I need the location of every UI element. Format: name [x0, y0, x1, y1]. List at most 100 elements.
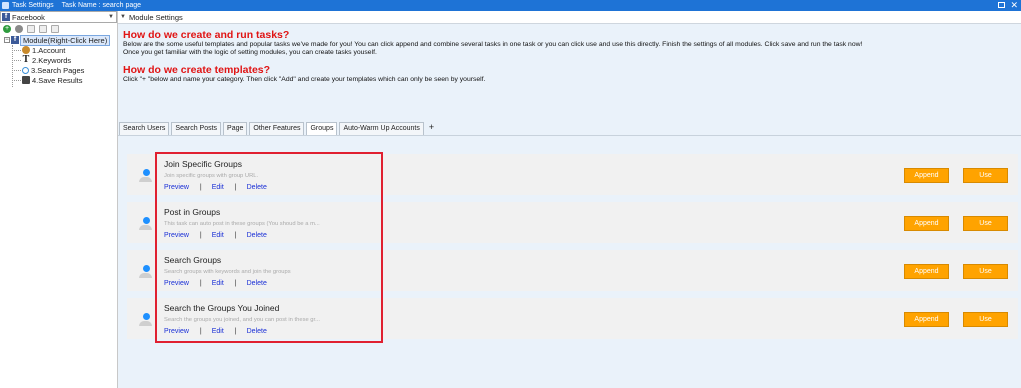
close-icon[interactable]: ✕: [1010, 0, 1018, 11]
task-links: Preview | Edit | Delete: [164, 232, 267, 239]
use-button[interactable]: Use: [963, 264, 1008, 279]
task-card: Search Groups Search groups with keyword…: [127, 250, 1018, 291]
save-icon: [22, 76, 30, 84]
task-description: Search the groups you joined, and you ca…: [164, 317, 320, 323]
facebook-icon: f: [2, 13, 10, 21]
delete-link[interactable]: Delete: [247, 232, 267, 239]
use-button[interactable]: Use: [963, 312, 1008, 327]
right-panel: ▼ Module Settings How do we create and r…: [118, 11, 1021, 388]
add-module-icon[interactable]: +: [3, 25, 11, 33]
tab-auto-warm-up-accounts[interactable]: Auto-Warm Up Accounts: [339, 122, 424, 135]
info-run-tasks: How do we create and run tasks? Below ar…: [118, 24, 1021, 57]
delete-link[interactable]: Delete: [247, 280, 267, 287]
user-avatar-icon: [139, 217, 152, 230]
preview-link[interactable]: Preview: [164, 328, 189, 335]
edit-link[interactable]: Edit: [212, 280, 224, 287]
preview-link[interactable]: Preview: [164, 280, 189, 287]
use-button[interactable]: Use: [963, 216, 1008, 231]
copy-module-icon[interactable]: [27, 25, 35, 33]
delete-link[interactable]: Delete: [247, 184, 267, 191]
link-separator: |: [199, 328, 202, 335]
tab-search-users[interactable]: Search Users: [119, 122, 170, 135]
task-links: Preview | Edit | Delete: [164, 328, 267, 335]
add-tab-button[interactable]: +: [426, 122, 437, 135]
delete-link[interactable]: Delete: [247, 328, 267, 335]
info-text: Once you get familiar with the logic of …: [123, 49, 377, 56]
facebook-icon: f: [11, 36, 19, 44]
user-avatar-icon: [139, 169, 152, 182]
tree-root-label: Module(Right-Click Here): [20, 34, 111, 46]
edit-module-icon[interactable]: [39, 25, 47, 33]
titlebar-task-name: Task Name : search page: [61, 2, 142, 9]
template-tabs: Search Users Search Posts Page Other Fea…: [119, 122, 439, 135]
tree-item-keywords[interactable]: T 2.Keywords: [4, 55, 117, 65]
task-description: Search groups with keywords and join the…: [164, 269, 291, 275]
task-title: Search the Groups You Joined: [164, 303, 280, 313]
remove-module-icon[interactable]: [15, 25, 23, 33]
task-links: Preview | Edit | Delete: [164, 280, 267, 287]
module-settings-title: Module Settings: [128, 12, 183, 22]
task-card: Search the Groups You Joined Search the …: [127, 298, 1018, 339]
link-separator: |: [199, 232, 202, 239]
chevron-down-icon[interactable]: ▼: [108, 14, 114, 20]
link-separator: |: [234, 232, 237, 239]
task-card: Join Specific Groups Join specific group…: [127, 154, 1018, 195]
tab-other-features[interactable]: Other Features: [249, 122, 305, 135]
task-description: This task can auto post in these groups …: [164, 221, 320, 227]
info-title-run-tasks: How do we create and run tasks?: [123, 29, 290, 41]
tree-item-account[interactable]: 1.Account: [4, 45, 117, 55]
tab-page[interactable]: Page: [223, 122, 248, 135]
collapse-icon[interactable]: −: [4, 37, 10, 43]
task-list: Join Specific Groups Join specific group…: [118, 135, 1021, 388]
tree-item-save-results[interactable]: 4.Save Results: [4, 75, 117, 85]
edit-link[interactable]: Edit: [212, 328, 224, 335]
preview-link[interactable]: Preview: [164, 232, 189, 239]
append-button[interactable]: Append: [904, 168, 949, 183]
use-button[interactable]: Use: [963, 168, 1008, 183]
info-title-templates: How do we create templates?: [123, 64, 271, 76]
tree-item-label: 3.Search Pages: [31, 65, 85, 75]
tree-root[interactable]: − f Module(Right-Click Here): [4, 34, 117, 46]
info-text: Click "+ "below and name your category. …: [123, 76, 486, 83]
project-select[interactable]: f Facebook ▼: [0, 11, 117, 23]
module-settings-header: ▼ Module Settings: [118, 11, 1021, 24]
task-links: Preview | Edit | Delete: [164, 184, 267, 191]
append-button[interactable]: Append: [904, 312, 949, 327]
info-area: How do we create and run tasks? Below ar…: [118, 24, 1021, 388]
append-button[interactable]: Append: [904, 264, 949, 279]
left-panel: f Facebook ▼ + − f Module(Right-Click He…: [0, 11, 118, 388]
tab-groups[interactable]: Groups: [306, 122, 338, 135]
task-title: Search Groups: [164, 255, 222, 265]
chevron-down-icon[interactable]: ▼: [120, 14, 126, 20]
link-separator: |: [234, 280, 237, 287]
account-icon: [22, 46, 30, 54]
text-t-icon: T: [22, 54, 30, 65]
tree-item-label: 2.Keywords: [32, 55, 72, 65]
project-select-value: Facebook: [12, 12, 45, 22]
edit-link[interactable]: Edit: [212, 232, 224, 239]
tree-item-search-pages[interactable]: 3.Search Pages: [4, 65, 117, 75]
task-description: Join specific groups with group URL.: [164, 173, 259, 179]
module-tree: − f Module(Right-Click Here) 1.Account T…: [0, 34, 117, 87]
titlebar-title: Task Settings: [12, 2, 54, 9]
app-icon: [2, 2, 9, 9]
window-titlebar: Task Settings Task Name : search page ✕: [0, 0, 1021, 11]
link-separator: |: [199, 280, 202, 287]
user-avatar-icon: [139, 265, 152, 278]
link-separator: |: [234, 184, 237, 191]
user-avatar-icon: [139, 313, 152, 326]
task-title: Post in Groups: [164, 207, 221, 217]
link-separator: |: [234, 328, 237, 335]
preview-link[interactable]: Preview: [164, 184, 189, 191]
tab-search-posts[interactable]: Search Posts: [171, 122, 222, 135]
edit-link[interactable]: Edit: [212, 184, 224, 191]
info-templates: How do we create templates? Click "+ "be…: [118, 57, 1021, 84]
info-text: Below are the some useful templates and …: [123, 41, 863, 48]
tree-item-label: 1.Account: [32, 45, 66, 55]
link-separator: |: [199, 184, 202, 191]
restore-icon[interactable]: [998, 2, 1005, 8]
append-button[interactable]: Append: [904, 216, 949, 231]
paste-module-icon[interactable]: [51, 25, 59, 33]
task-title: Join Specific Groups: [164, 159, 242, 169]
tree-item-label: 4.Save Results: [32, 75, 83, 85]
